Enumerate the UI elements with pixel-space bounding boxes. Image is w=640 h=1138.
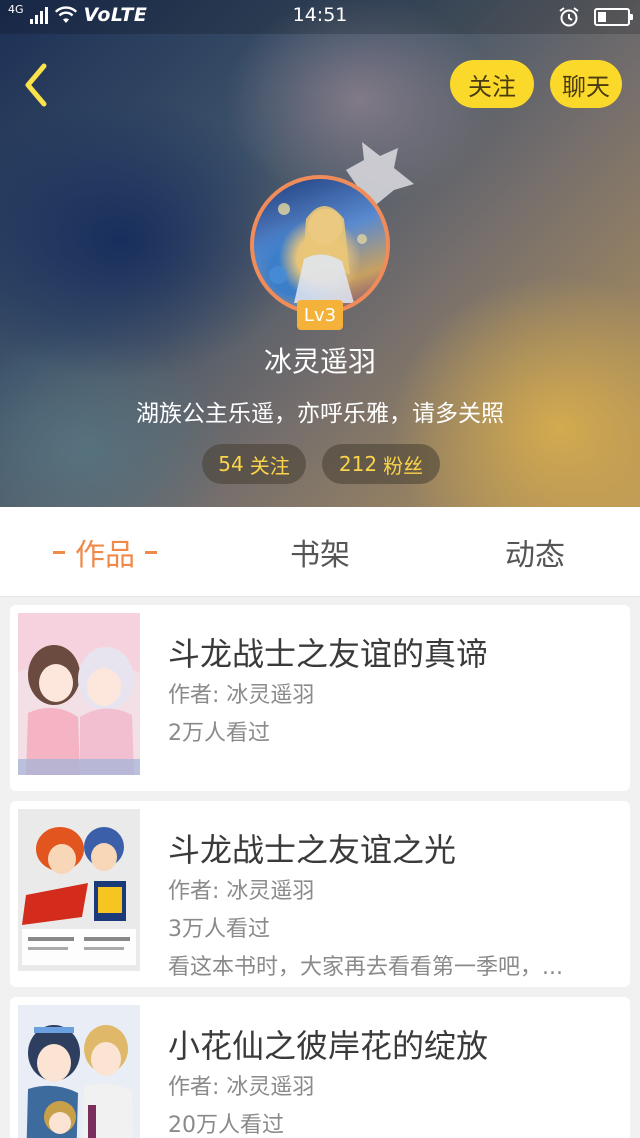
book-cover xyxy=(18,809,140,971)
work-title: 斗龙战士之友谊的真谛 xyxy=(168,635,489,673)
book-cover xyxy=(18,1005,140,1138)
tab-works[interactable]: 作品 xyxy=(40,507,170,597)
following-label: 关注 xyxy=(249,453,290,478)
work-description: 看这本书时，大家再去看看第一季吧，... xyxy=(168,955,563,980)
book-cover xyxy=(18,613,140,775)
fans-label: 粉丝 xyxy=(383,453,424,478)
tab-label: 动态 xyxy=(505,538,565,573)
work-author: 作者: 冰灵遥羽 xyxy=(168,1075,315,1100)
avatar[interactable] xyxy=(250,175,390,315)
tab-label: 作品 xyxy=(75,538,135,573)
list-item[interactable]: 斗龙战士之友谊之光 作者: 冰灵遥羽 3万人看过 看这本书时，大家再去看看第一季… xyxy=(10,801,630,987)
chat-button[interactable]: 聊天 xyxy=(550,60,622,108)
following-count: 54 xyxy=(218,452,244,476)
profile-tabs: 作品 书架 动态 xyxy=(0,507,640,597)
fans-count: 212 xyxy=(338,452,378,476)
work-views: 3万人看过 xyxy=(168,917,270,942)
level-badge: Lv3 xyxy=(297,300,343,330)
follow-button[interactable]: 关注 xyxy=(450,60,534,108)
following-stat[interactable]: 54 关注 xyxy=(202,444,306,484)
fans-stat[interactable]: 212 粉丝 xyxy=(322,444,440,484)
status-bar: 4G VoLTE 14:51 xyxy=(0,0,640,34)
clock: 14:51 xyxy=(292,4,348,26)
work-author: 作者: 冰灵遥羽 xyxy=(168,683,315,708)
battery-level xyxy=(598,12,607,22)
user-bio: 湖族公主乐遥，亦呼乐雅，请多关照 xyxy=(136,401,504,427)
avatar-image xyxy=(269,203,367,303)
username: 冰灵遥羽 xyxy=(263,345,376,378)
active-indicator xyxy=(53,550,65,554)
work-author: 作者: 冰灵遥羽 xyxy=(168,879,315,904)
tab-activity[interactable]: 动态 xyxy=(470,507,600,597)
work-views: 20万人看过 xyxy=(168,1113,284,1138)
list-item[interactable]: 斗龙战士之友谊的真谛 作者: 冰灵遥羽 2万人看过 xyxy=(10,605,630,791)
profile-page: 4G VoLTE 14:51 关注 聊天 Lv3 冰灵遥羽 湖族公主乐遥，亦呼乐… xyxy=(0,0,640,1138)
active-indicator xyxy=(145,550,157,554)
list-item[interactable]: 小花仙之彼岸花的绽放 作者: 冰灵遥羽 20万人看过 xyxy=(10,997,630,1138)
tab-label: 书架 xyxy=(290,538,350,573)
profile-header: 4G VoLTE 14:51 关注 聊天 Lv3 冰灵遥羽 湖族公主乐遥，亦呼乐… xyxy=(0,0,640,507)
chevron-left-icon xyxy=(25,63,47,107)
back-button[interactable] xyxy=(16,60,56,110)
work-views: 2万人看过 xyxy=(168,721,270,746)
battery-icon xyxy=(594,8,633,26)
alarm-icon xyxy=(558,6,580,28)
work-title: 小花仙之彼岸花的绽放 xyxy=(168,1027,489,1065)
tab-bookshelf[interactable]: 书架 xyxy=(255,507,385,597)
work-title: 斗龙战士之友谊之光 xyxy=(168,831,457,869)
